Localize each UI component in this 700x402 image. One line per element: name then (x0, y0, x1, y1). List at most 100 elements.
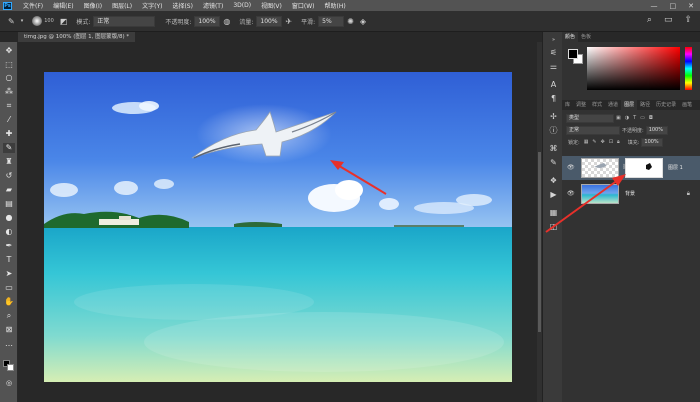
paragraph-icon[interactable]: ¶ (549, 94, 558, 103)
adjustments-icon[interactable]: ✢ (549, 112, 558, 121)
menu-3d[interactable]: 3D(D) (228, 2, 256, 9)
dodge-icon[interactable]: ◐ (3, 227, 15, 237)
filter-smart-icon[interactable]: ◘ (649, 115, 653, 121)
fill-label: 填充: (627, 139, 640, 146)
type-icon[interactable]: T (3, 255, 15, 265)
menu-filter[interactable]: 滤镜(T) (198, 1, 228, 10)
menu-select[interactable]: 选择(S) (167, 1, 198, 10)
opacity-field[interactable]: 100% (194, 15, 221, 27)
tools-panel: ✥ ⬚ ○ ⁂ ⌗ ⁄ ✚ ✎ ♜ ↺ ▰ ▤ ● ◐ ✒ T ➤ ▭ ✋ ⌕ … (0, 42, 18, 402)
frame-icon[interactable]: ⊠ (3, 325, 15, 335)
filter-shape-icon[interactable]: ▭ (640, 115, 645, 121)
move-icon[interactable]: ✥ (3, 46, 15, 56)
lasso-icon[interactable]: ○ (3, 73, 15, 83)
eyedropper-icon[interactable]: ⁄ (3, 115, 15, 125)
layer-mask-thumbnail[interactable] (625, 158, 663, 178)
collapse-icon[interactable]: » (549, 36, 558, 45)
background-color-swatch[interactable] (7, 364, 14, 371)
mask-shape-icon (646, 163, 652, 170)
character-icon[interactable]: A (549, 80, 558, 89)
menu-image[interactable]: 图像(I) (79, 1, 107, 10)
tab-styles[interactable]: 样式 (589, 100, 605, 110)
chevron-down-icon[interactable]: ▾ (21, 18, 24, 24)
tab-layers[interactable]: 图层 (621, 100, 638, 110)
maximize-button[interactable]: □ (670, 2, 677, 10)
zoom-icon[interactable]: ⌕ (3, 311, 15, 321)
minimize-button[interactable]: — (651, 2, 658, 10)
brush-icon[interactable]: ✎ (3, 143, 15, 153)
flow-label: 流量: (239, 18, 254, 26)
tab-paths[interactable]: 路径 (637, 100, 653, 110)
blend-mode-select[interactable]: 正常 (566, 125, 620, 135)
pressure-size-icon[interactable]: ◈ (360, 17, 366, 26)
tab-brushes[interactable]: 画笔 (679, 100, 695, 110)
fill-field[interactable]: 100% (641, 137, 664, 147)
lock-icon: 🔒︎ (686, 190, 690, 197)
smoothing-field[interactable]: 5% (318, 15, 345, 27)
filter-type-icon[interactable]: T (633, 115, 636, 121)
pen-icon[interactable]: ✒ (3, 241, 15, 251)
document-image[interactable] (44, 72, 512, 382)
path-select-icon[interactable]: ➤ (3, 269, 15, 279)
layer-name[interactable]: 图层 1 (668, 164, 683, 171)
menu-layer[interactable]: 图层(L) (107, 1, 137, 10)
properties-icon[interactable]: ⚌ (549, 62, 558, 71)
tab-adjustments[interactable]: 调整 (573, 100, 589, 110)
crop-icon[interactable]: ⌗ (3, 101, 15, 111)
magic-wand-icon[interactable]: ⁂ (3, 87, 15, 97)
quick-mask-icon[interactable]: ◎ (3, 378, 15, 388)
smoothing-settings-icon[interactable]: ✺ (347, 17, 354, 26)
airbrush-icon[interactable]: ✈ (285, 17, 292, 26)
shape-icon[interactable]: ▭ (3, 283, 15, 293)
menu-view[interactable]: 视图(V) (256, 1, 287, 10)
tab-history[interactable]: 历史记录 (653, 100, 679, 110)
more-icon[interactable]: … (3, 339, 15, 349)
info-icon[interactable]: ⓘ (549, 126, 558, 135)
brush-settings-icon[interactable]: ◩ (60, 17, 68, 26)
lock-move-icon[interactable]: ✥ (601, 139, 605, 145)
menu-type[interactable]: 文字(Y) (137, 1, 167, 10)
tab-color[interactable]: 颜色 (562, 32, 579, 42)
workspace-icon[interactable]: ▭ (664, 15, 673, 25)
layer-filter-select[interactable]: 类型 (566, 113, 614, 123)
flow-field[interactable]: 100% (256, 15, 283, 27)
lock-all-icon[interactable]: 🔒︎ (617, 139, 620, 145)
canvas-area[interactable] (19, 42, 537, 402)
eraser-icon[interactable]: ▰ (3, 185, 15, 195)
blur-icon[interactable]: ● (3, 213, 15, 223)
marquee-icon[interactable]: ⬚ (3, 60, 15, 70)
lock-paint-icon[interactable]: ✎ (592, 139, 596, 145)
share-icon[interactable]: ⇪ (684, 15, 692, 25)
tab-channels[interactable]: 通道 (605, 100, 621, 110)
filter-adjust-icon[interactable]: ◑ (625, 115, 629, 121)
history-icon[interactable]: ⚟ (549, 48, 558, 57)
healing-icon[interactable]: ✚ (3, 129, 15, 139)
lock-artboard-icon[interactable]: ⊡ (609, 139, 613, 145)
hue-slider[interactable] (685, 47, 692, 90)
color-picker-field[interactable] (587, 47, 680, 90)
brush-preset-picker[interactable] (32, 16, 43, 26)
history-brush-icon[interactable]: ↺ (3, 171, 15, 181)
search-icon[interactable]: ⌕ (647, 15, 652, 25)
menu-help[interactable]: 帮助(H) (320, 1, 351, 10)
hand-icon[interactable]: ✋ (3, 297, 15, 307)
tab-swatches[interactable]: 色板 (578, 32, 594, 42)
lock-row: 锁定: ▦ ✎ ✥ ⊡ 🔒︎ 填充: 100% (566, 137, 664, 147)
layer-opacity-field[interactable]: 100% (645, 125, 668, 135)
document-tab[interactable]: timg.jpg @ 100% (图层 1, 图层蒙版/8) * (18, 32, 136, 42)
tab-libraries[interactable]: 库 (562, 100, 573, 110)
brush-tool-icon[interactable]: ✎ (8, 17, 15, 26)
stamp-icon[interactable]: ♜ (3, 157, 15, 167)
close-button[interactable]: ✕ (688, 2, 694, 10)
lock-transparent-icon[interactable]: ▦ (584, 139, 589, 145)
menu-file[interactable]: 文件(F) (18, 1, 48, 10)
menu-edit[interactable]: 编辑(E) (48, 1, 78, 10)
menu-window[interactable]: 窗口(W) (287, 1, 320, 10)
gradient-icon[interactable]: ▤ (3, 199, 15, 209)
filter-pixel-icon[interactable]: ▣ (616, 115, 621, 121)
foreground-color-chip[interactable] (568, 49, 578, 59)
pressure-opacity-icon[interactable]: ◍ (223, 17, 230, 26)
mode-select[interactable]: 正常 (93, 15, 156, 27)
smoothing-label: 平滑: (301, 18, 316, 26)
glyphs-icon[interactable]: ⌘ (549, 144, 558, 153)
